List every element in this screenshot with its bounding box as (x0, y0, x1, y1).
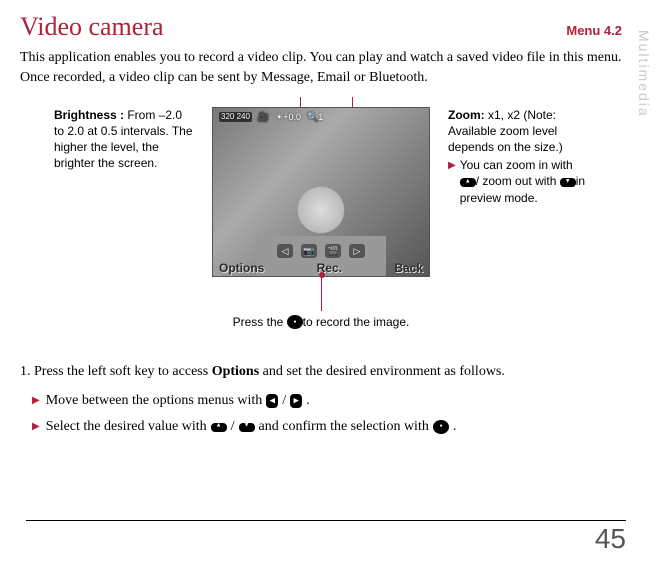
osd-zoom-indicator: 🔍1 (307, 112, 323, 123)
step-bullet-move: ▶ Move between the options menus with / … (32, 390, 622, 412)
osd-mode-video-icon: 🎬 (325, 244, 341, 258)
intro-text: This application enables you to record a… (20, 48, 622, 89)
menu-badge: Menu 4.2 (566, 23, 622, 38)
zoom-note: Zoom: x1, x2 (Note: Available zoom level… (448, 107, 588, 277)
zoom-label: Zoom: (448, 108, 485, 122)
camera-diagram: Brightness : From –2.0 to 2.0 at 0.5 int… (20, 107, 622, 277)
osd-nav-right-icon: ▷ (349, 244, 365, 258)
instruction-steps: 1. Press the left soft key to access Opt… (20, 361, 622, 438)
osd-top-bar: 320 240 🎥 ☀+0.0 🔍1 (219, 112, 423, 123)
step-1: 1. Press the left soft key to access Opt… (20, 361, 622, 383)
key-up-icon (460, 178, 476, 187)
key-left-icon (266, 394, 278, 408)
preview-image-placeholder (213, 156, 429, 276)
page-header: Video camera Menu 4.2 (20, 12, 622, 42)
key-up-icon (211, 423, 227, 432)
page-title: Video camera (20, 12, 164, 42)
osd-resolution: 320 240 (219, 112, 252, 122)
page-number: 45 (595, 523, 626, 555)
osd-mode-camera-icon: 📷 (301, 244, 317, 258)
osd-bottom-bar: ◁ 📷 🎬 ▷ (213, 244, 429, 258)
step-bullet-select: ▶ Select the desired value with / and co… (32, 416, 622, 438)
softkey-back[interactable]: Back (394, 261, 423, 275)
bullet-icon: ▶ (32, 419, 40, 435)
osd-nav-left-icon: ◁ (277, 244, 293, 258)
key-down-icon (239, 423, 255, 432)
side-tab-multimedia: Multimedia (636, 30, 652, 118)
preview-screen: 320 240 🎥 ☀+0.0 🔍1 ◁ 📷 🎬 ▷ Options Rec. … (212, 107, 430, 277)
softkey-options[interactable]: Options (219, 261, 264, 275)
footer-rule (26, 520, 626, 521)
osd-video-icon: 🎥 (258, 112, 269, 123)
key-ok-icon (433, 420, 449, 434)
page-footer: 45 (595, 523, 626, 555)
key-down-icon (560, 178, 576, 187)
brightness-note: Brightness : From –2.0 to 2.0 at 0.5 int… (54, 107, 194, 277)
callout-record (321, 275, 322, 311)
zoom-sub-text: You can zoom in with / zoom out with in … (460, 157, 588, 206)
bullet-icon: ▶ (448, 159, 456, 173)
bullet-icon: ▶ (32, 393, 40, 409)
record-hint: Press the to record the image. (20, 315, 622, 330)
brightness-label: Brightness : (54, 108, 124, 122)
osd-exposure: ☀+0.0 (275, 112, 301, 123)
camera-preview: 320 240 🎥 ☀+0.0 🔍1 ◁ 📷 🎬 ▷ Options Rec. … (212, 107, 430, 277)
key-ok-icon (287, 315, 303, 329)
options-bold: Options (212, 364, 259, 379)
key-right-icon (290, 394, 302, 408)
